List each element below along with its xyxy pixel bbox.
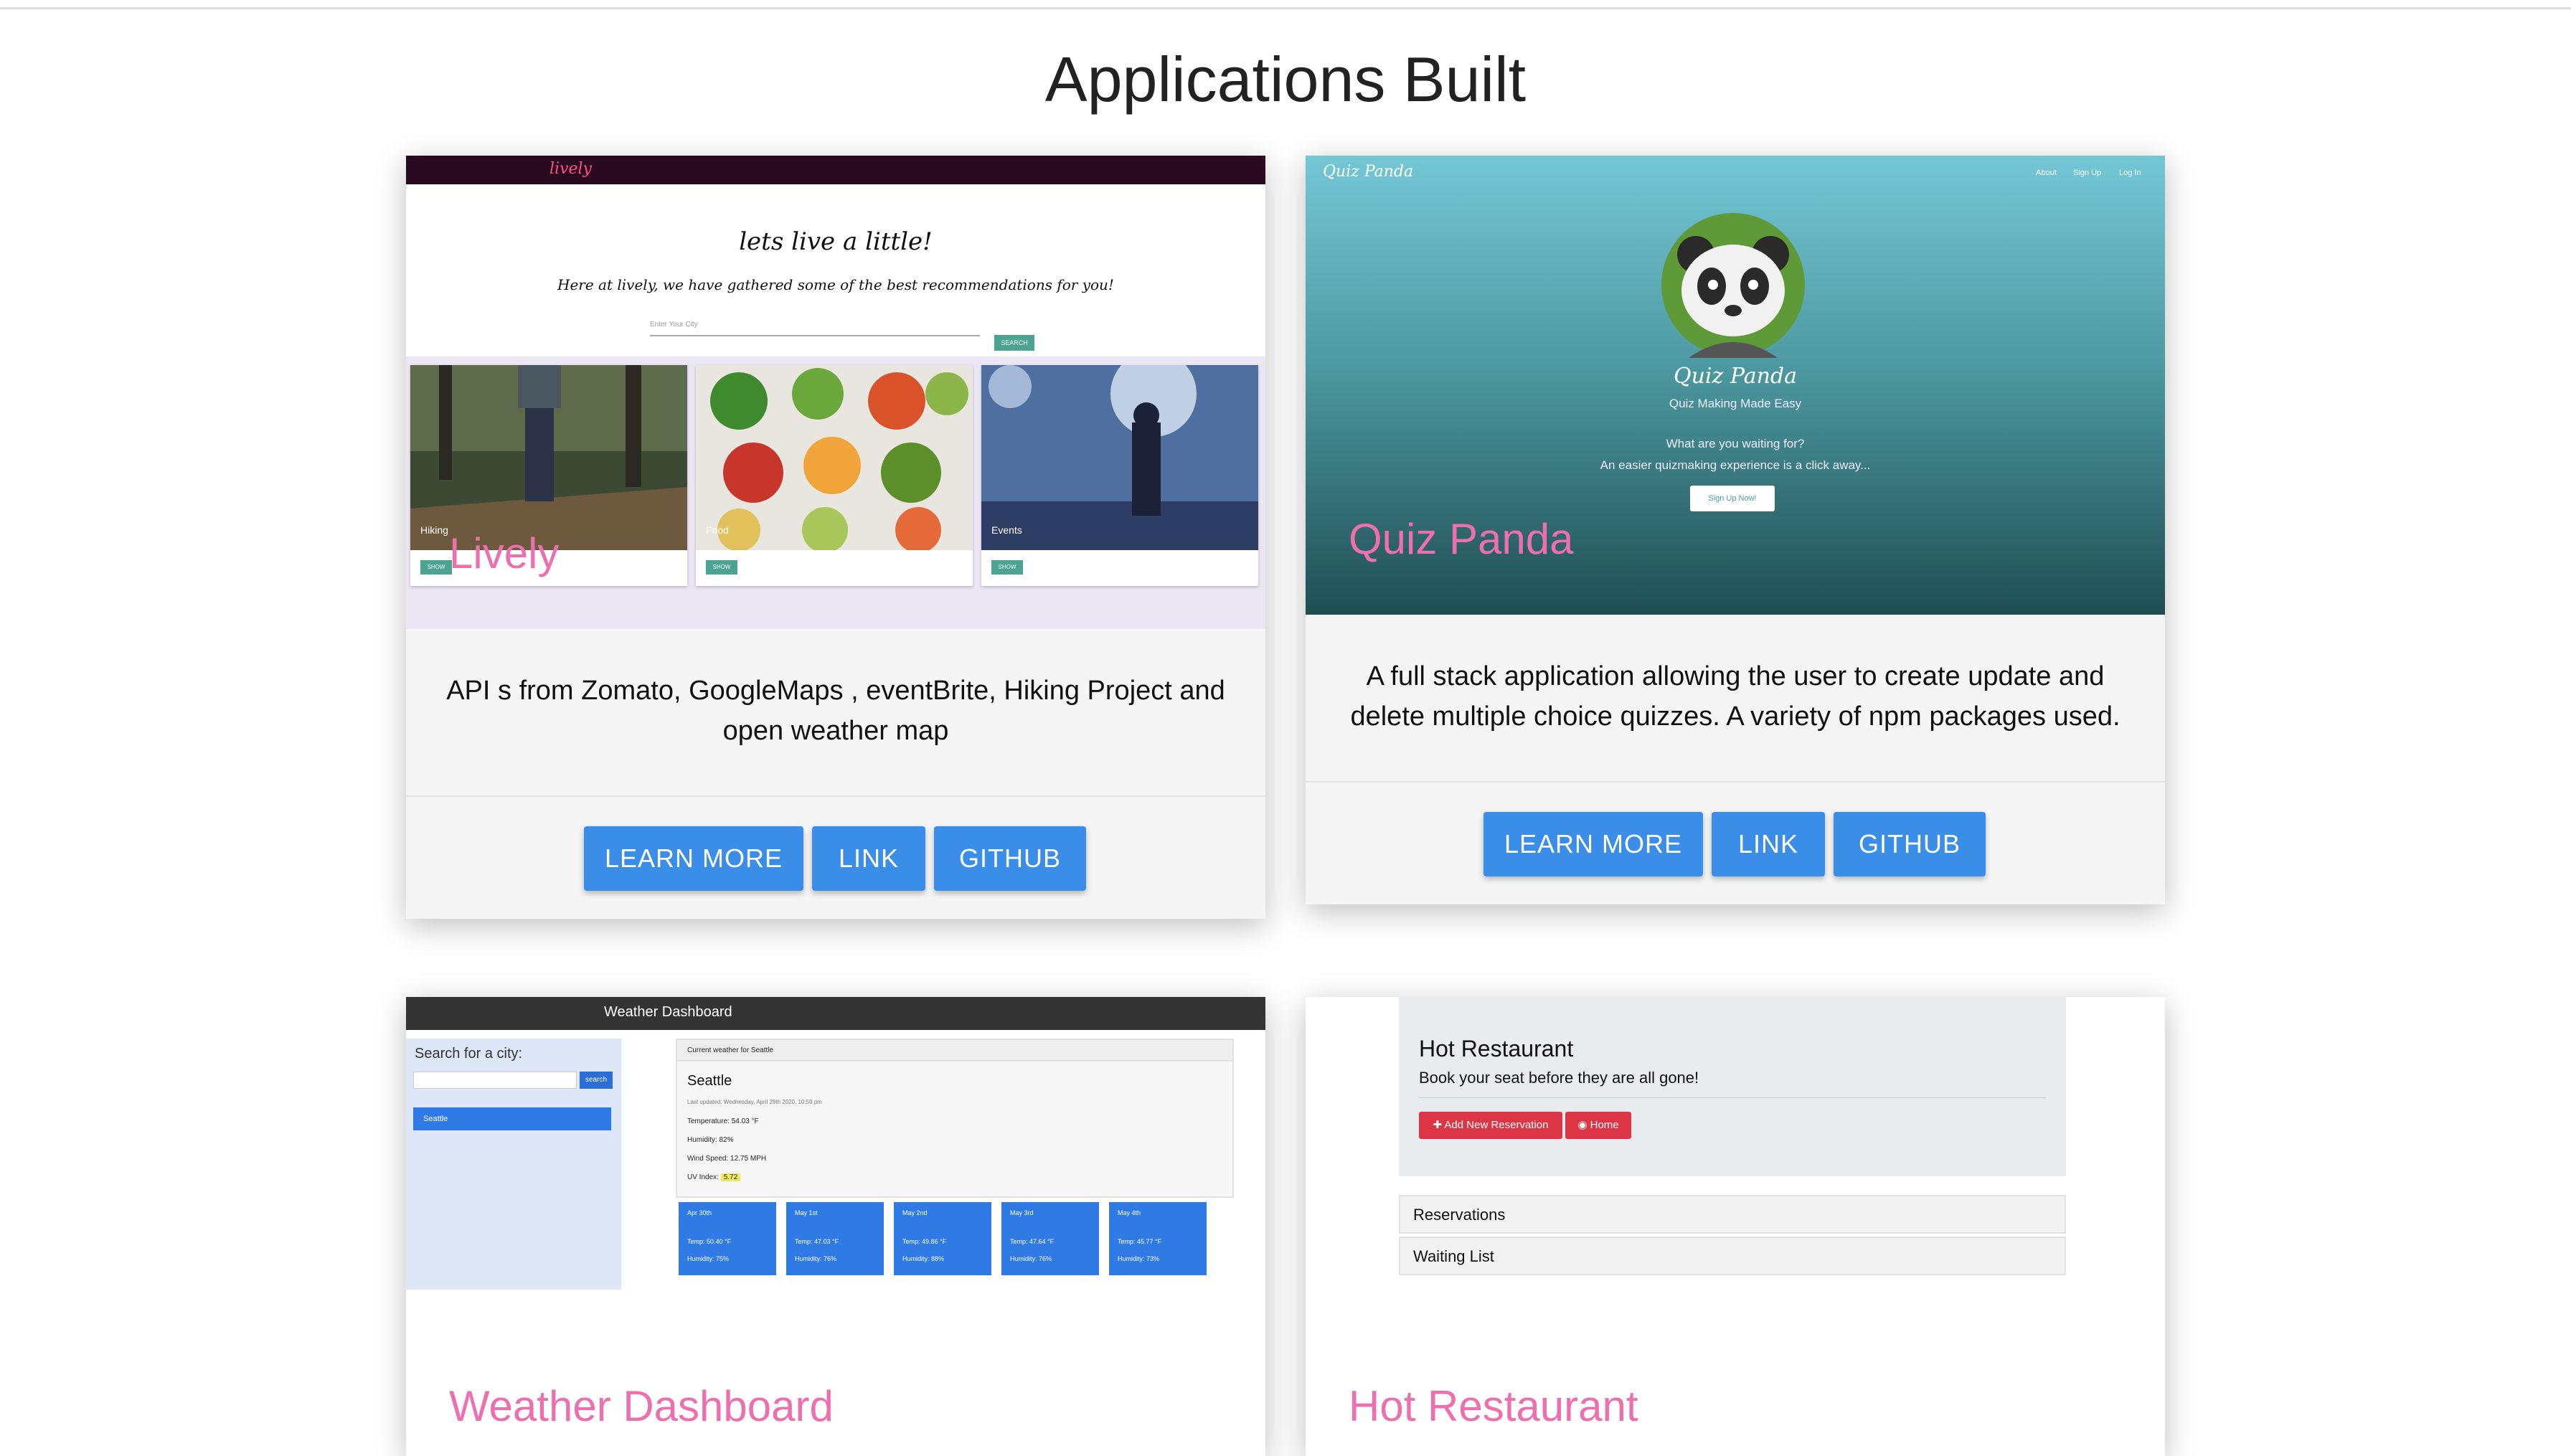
github-button[interactable]: GITHUB — [1834, 812, 1986, 876]
project-card-hot-restaurant: Hot Restaurant Book your seat before the… — [1306, 997, 2165, 1456]
weather-header: Weather Dashboard — [604, 1004, 732, 1020]
current-weather-panel: Current weather for Seattle Seattle Last… — [676, 1039, 1234, 1198]
search-label: Search for a city: — [415, 1046, 523, 1062]
nav-sign-up: Sign Up — [2073, 169, 2102, 177]
project-card-quiz-panda: Quiz Panda About Sign Up Log In Quiz Pan… — [1306, 156, 2165, 904]
tile-caption: Food — [706, 524, 729, 536]
city-search-button: search — [580, 1072, 613, 1089]
forecast-card: May 2nd Temp: 49.86 °F Humidity: 88% — [894, 1202, 991, 1275]
jumbotron-divider — [1419, 1097, 2046, 1098]
forecast-humidity: Humidity: 88% — [902, 1255, 945, 1262]
learn-more-button[interactable]: LEARN MORE — [584, 826, 803, 891]
wind-speed: Wind Speed: 12.75 MPH — [687, 1155, 767, 1163]
lively-tile-events: Events SHOW — [981, 365, 1258, 586]
quiz-panda-tagline: Quiz Making Made Easy — [1669, 397, 1802, 410]
forecast-temp: Temp: 45.77 °F — [1118, 1238, 1162, 1245]
forecast-temp: Temp: 50.40 °F — [687, 1238, 732, 1245]
forecast-humidity: Humidity: 73% — [1118, 1255, 1160, 1262]
weather-sidebar: Search for a city: search Seattle — [406, 1039, 621, 1290]
project-card-lively: lively lets live a little! Here at livel… — [406, 156, 1265, 919]
lively-category-grid: Hiking SHOW Food SHOW Events SHOW — [406, 356, 1265, 629]
forecast-card: May 3rd Temp: 47.64 °F Humidity: 76% — [1001, 1202, 1099, 1275]
home-button: ◉ Home — [1565, 1112, 1631, 1139]
card-description: A full stack application allowing the us… — [1350, 661, 2121, 732]
hiking-photo — [410, 365, 687, 550]
forecast-humidity: Humidity: 75% — [687, 1255, 730, 1262]
quiz-panda-question: What are you waiting for? — [1666, 437, 1805, 450]
lively-tile-food: Food SHOW — [696, 365, 973, 586]
last-updated: Last updated: Wednesday, April 29th 2020… — [687, 1099, 822, 1105]
tile-show-button: SHOW — [706, 560, 737, 575]
tile-caption: Events — [991, 524, 1022, 536]
restaurant-subtitle: Book your seat before they are all gone! — [1419, 1069, 1699, 1087]
panda-logo — [1661, 213, 1805, 358]
uv-value: 5.72 — [720, 1173, 741, 1181]
project-screenshot[interactable]: Hot Restaurant Book your seat before the… — [1306, 997, 2165, 1284]
card-title[interactable]: Quiz Panda — [1349, 514, 1574, 564]
restaurant-jumbotron: Hot Restaurant Book your seat before the… — [1399, 997, 2066, 1176]
card-divider — [1306, 781, 2165, 783]
lively-logo: lively — [549, 160, 592, 178]
card-title[interactable]: Weather Dashboard — [449, 1381, 834, 1431]
weather-navbar: Weather Dashboard — [406, 997, 1265, 1030]
project-card-weather-dashboard: Weather Dashboard Search for a city: sea… — [406, 997, 1265, 1456]
tile-show-button: SHOW — [420, 560, 452, 575]
card-description: API s from Zomato, GoogleMaps , eventBri… — [446, 676, 1225, 746]
humidity: Humidity: 82% — [687, 1136, 734, 1144]
card-title[interactable]: Lively — [449, 529, 559, 578]
temperature: Temperature: 54.03 °F — [687, 1117, 759, 1125]
learn-more-button[interactable]: LEARN MORE — [1483, 812, 1703, 876]
reservations-list: Reservations — [1399, 1195, 2066, 1234]
forecast-temp: Temp: 47.64 °F — [1010, 1238, 1055, 1245]
city-search-input — [413, 1072, 577, 1089]
card-title[interactable]: Hot Restaurant — [1349, 1381, 1638, 1431]
card-divider — [406, 795, 1265, 797]
forecast-date: Apr 30th — [687, 1209, 712, 1216]
uv-label: UV Index: — [687, 1173, 719, 1181]
forecast-date: May 3rd — [1010, 1209, 1034, 1216]
project-screenshot[interactable]: Weather Dashboard Search for a city: sea… — [406, 997, 1265, 1298]
nav-log-in: Log In — [2119, 169, 2141, 177]
top-border — [0, 0, 2571, 9]
quiz-panda-pitch: An easier quizmaking experience is a cli… — [1600, 458, 1871, 472]
forecast-card: May 4th Temp: 45.77 °F Humidity: 73% — [1109, 1202, 1207, 1275]
forecast-humidity: Humidity: 76% — [795, 1255, 837, 1262]
quiz-panda-name: Quiz Panda — [1674, 364, 1797, 389]
tile-show-button: SHOW — [991, 560, 1023, 575]
lively-hero: lets live a little! Here at lively, we h… — [406, 184, 1265, 356]
link-button[interactable]: LINK — [1712, 812, 1825, 876]
nav-about: About — [2036, 169, 2057, 177]
restaurant-title: Hot Restaurant — [1419, 1036, 1574, 1062]
uv-index: UV Index: 5.72 — [687, 1173, 741, 1181]
history-item: Seattle — [413, 1107, 611, 1130]
food-photo — [696, 365, 973, 550]
quiz-panda-signup-button: Sign Up Now! — [1690, 486, 1775, 511]
current-weather-header: Current weather for Seattle — [677, 1040, 1232, 1062]
forecast-temp: Temp: 49.86 °F — [902, 1238, 947, 1245]
page-title: Applications Built — [1044, 44, 1527, 115]
events-photo — [981, 365, 1258, 550]
forecast-card: May 1st Temp: 47.03 °F Humidity: 76% — [786, 1202, 884, 1275]
current-city: Seattle — [687, 1073, 732, 1089]
waiting-list: Waiting List — [1399, 1237, 2066, 1275]
add-reservation-button: ✚ Add New Reservation — [1419, 1112, 1562, 1139]
forecast-date: May 4th — [1118, 1209, 1141, 1216]
github-button[interactable]: GITHUB — [934, 826, 1086, 891]
forecast-humidity: Humidity: 76% — [1010, 1255, 1052, 1262]
lively-subheadline: Here at lively, we have gathered some of… — [557, 276, 1114, 293]
forecast-card: Apr 30th Temp: 50.40 °F Humidity: 75% — [679, 1202, 776, 1275]
forecast-date: May 1st — [795, 1209, 818, 1216]
link-button[interactable]: LINK — [812, 826, 925, 891]
lively-navbar: lively — [406, 156, 1265, 184]
forecast-date: May 2nd — [902, 1209, 928, 1216]
lively-search-input: Enter Your City — [650, 321, 980, 336]
lively-search-button: SEARCH — [994, 335, 1034, 351]
tile-caption: Hiking — [420, 524, 448, 536]
quiz-panda-brand: Quiz Panda — [1323, 163, 1414, 181]
lively-headline: lets live a little! — [739, 227, 933, 256]
forecast-temp: Temp: 47.03 °F — [795, 1238, 839, 1245]
